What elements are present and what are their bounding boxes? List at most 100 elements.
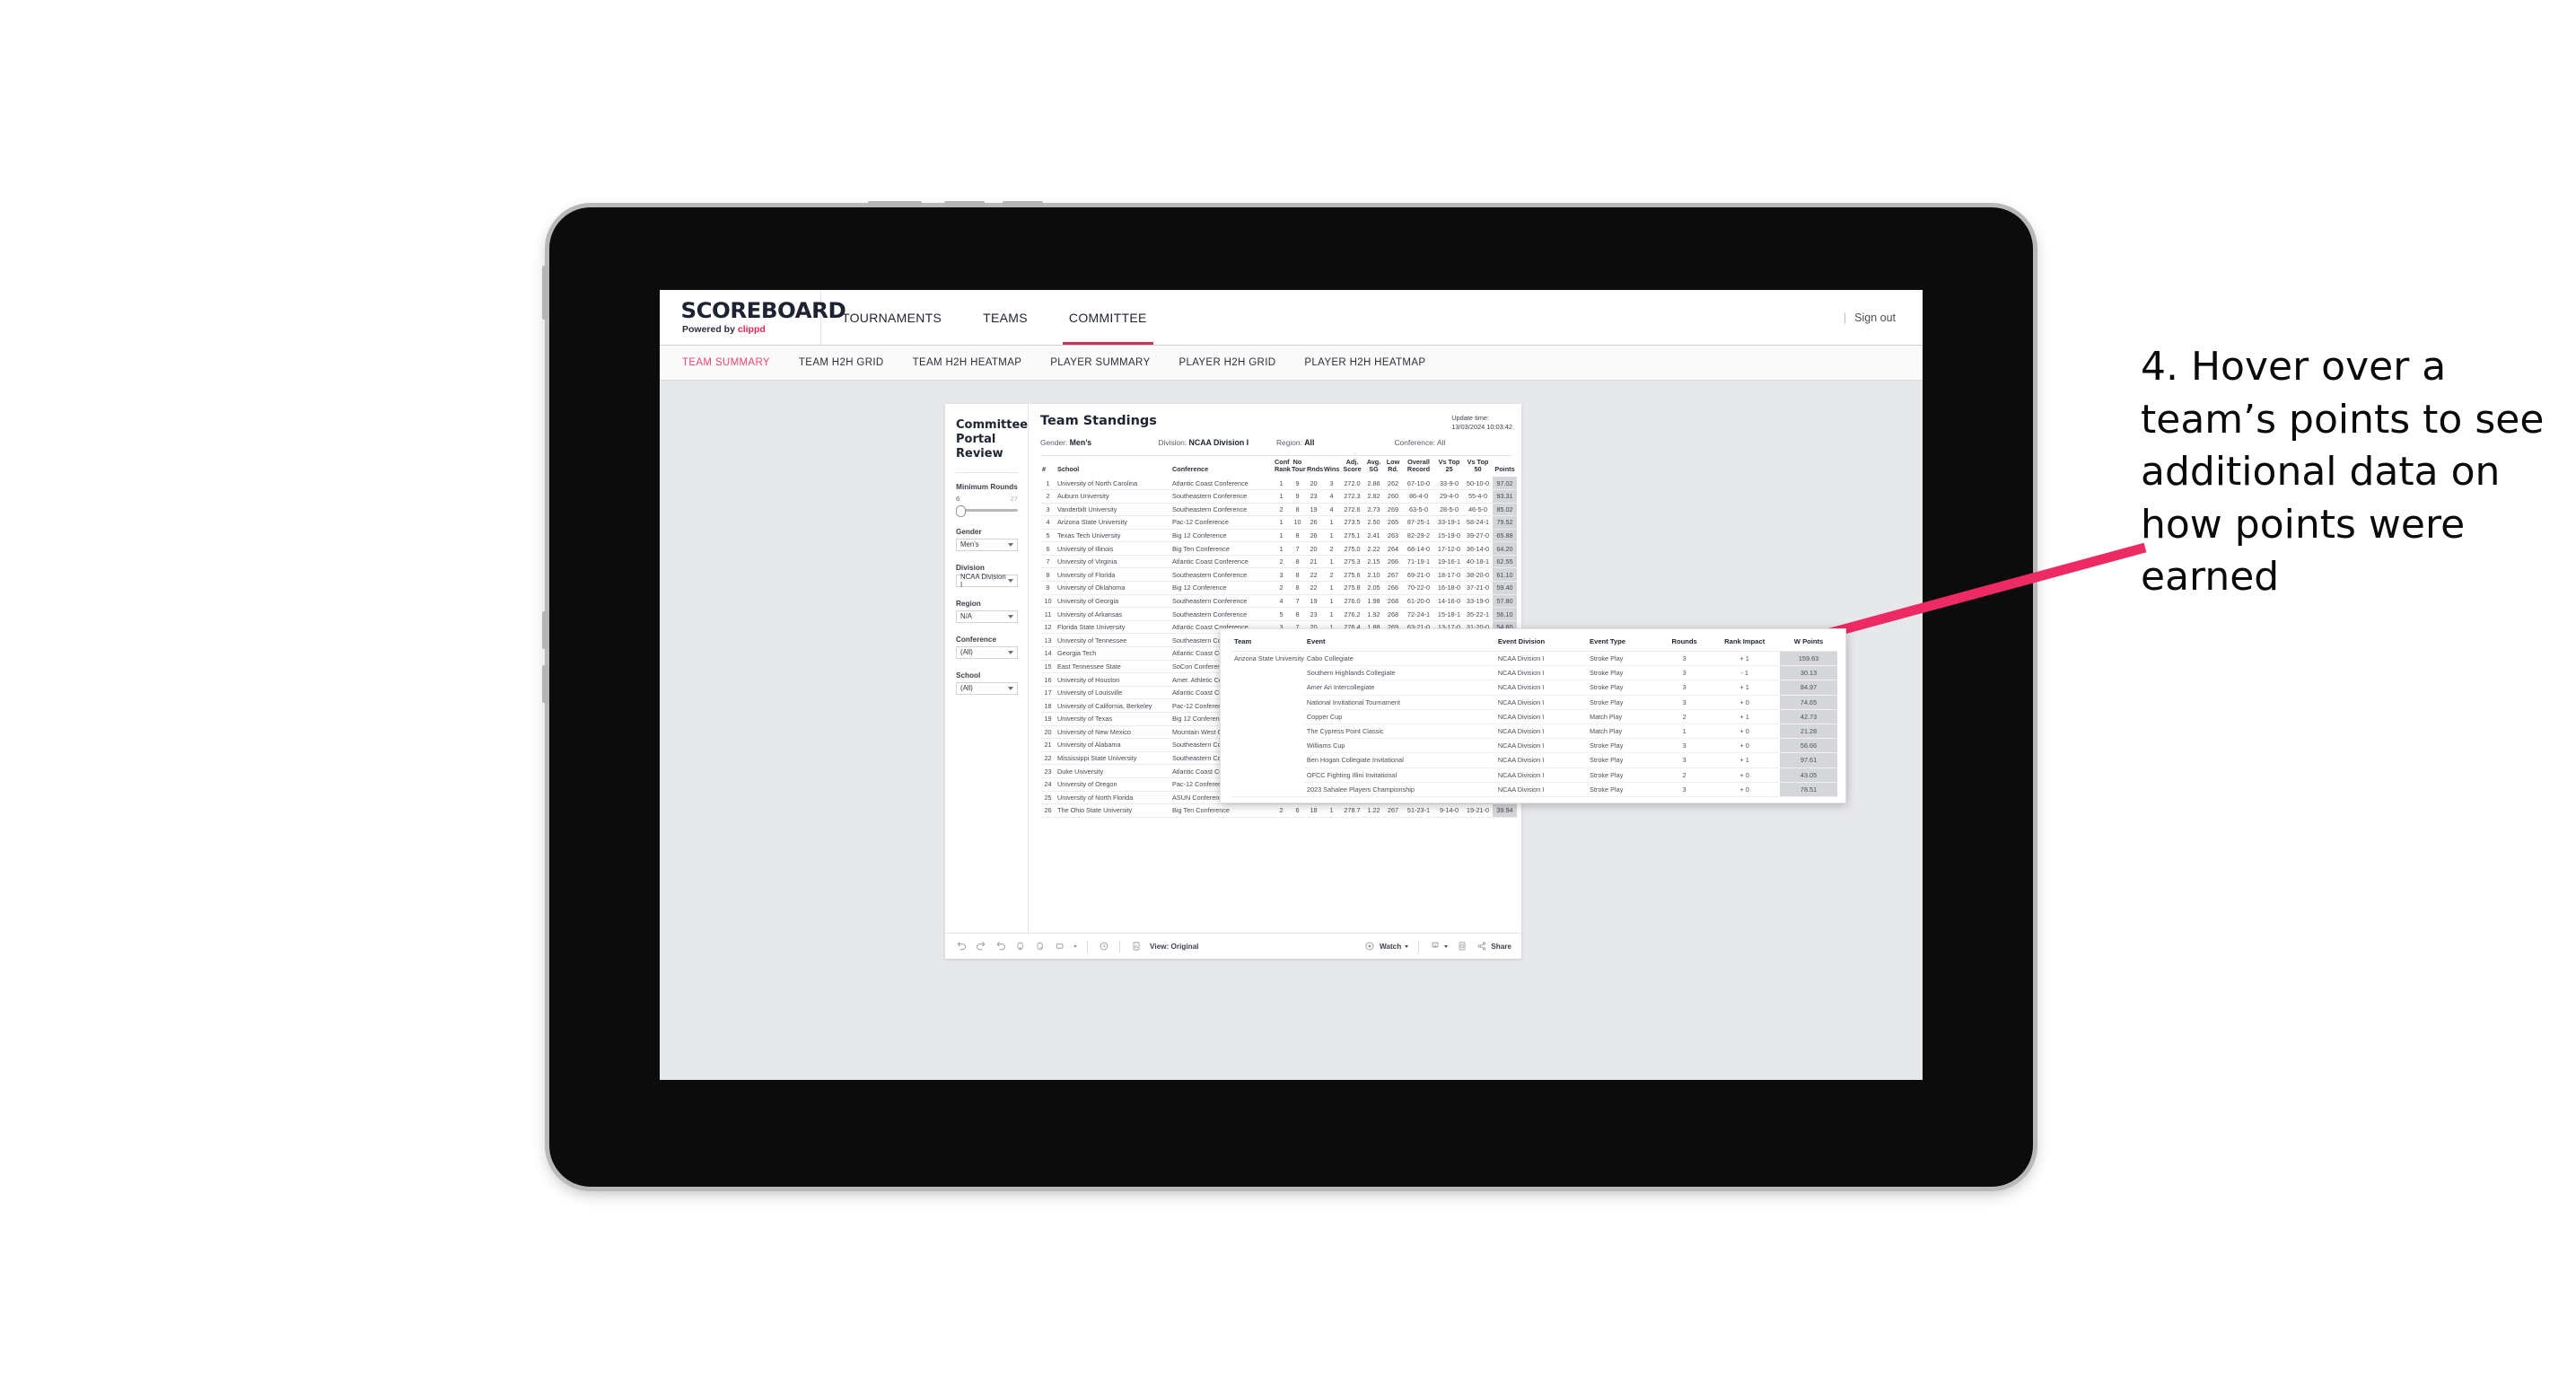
tab-player-h2h-grid[interactable]: PLAYER H2H GRID — [1178, 357, 1292, 368]
cell-vs-top-50: 35-22-1 — [1463, 607, 1493, 621]
minimum-rounds-slider[interactable] — [956, 504, 1018, 517]
device-top-button-2 — [944, 201, 985, 207]
cell-school: Georgia Tech — [1056, 646, 1170, 661]
table-row[interactable]: 3 Vanderbilt University Southeastern Confe… — [1040, 503, 1517, 517]
watch-button[interactable]: Watch — [1364, 941, 1409, 952]
undo-icon[interactable] — [955, 941, 967, 952]
cell-points[interactable]: 39.94 — [1493, 803, 1517, 818]
pause-auto-update-icon[interactable] — [1034, 941, 1046, 952]
cell-rank: 21 — [1040, 738, 1056, 752]
view-original-label[interactable]: View: Original — [1150, 943, 1198, 951]
history-icon[interactable] — [1098, 941, 1109, 952]
school-select[interactable]: (All) — [956, 681, 1018, 695]
share-button[interactable]: Share — [1476, 941, 1511, 952]
cell-points[interactable]: 59.40 — [1493, 581, 1517, 595]
tab-team-summary[interactable]: TEAM SUMMARY — [682, 357, 786, 368]
nav-item-committee[interactable]: COMMITTEE — [1048, 290, 1168, 345]
col-adj-score[interactable]: Adj. Score — [1341, 456, 1363, 477]
view-original-icon[interactable] — [1130, 941, 1142, 952]
table-row[interactable]: 8 University of Florida Southeastern Confe… — [1040, 567, 1517, 583]
cell-school: East Tennessee State — [1056, 660, 1170, 674]
tooltip-cell-event-division: NCAA Division I — [1494, 695, 1588, 710]
col-vs-top-50[interactable]: Vs Top 50 — [1463, 456, 1493, 477]
cell-points[interactable]: 97.02 — [1493, 477, 1517, 490]
tooltip-cell-event: 2023 Sahalee Players Championship — [1303, 782, 1495, 797]
conference-select[interactable]: (All) — [956, 645, 1018, 659]
table-row[interactable]: 1 University of North Carolina Atlantic Co… — [1040, 477, 1517, 490]
cell-points[interactable]: 64.20 — [1493, 541, 1517, 556]
col-overall-record[interactable]: Overall Record — [1402, 456, 1435, 477]
cell-points[interactable]: 62.55 — [1493, 555, 1517, 569]
cell-rank: 6 — [1040, 541, 1056, 556]
cell-points[interactable]: 56.10 — [1493, 607, 1517, 621]
tooltip-cell-w-points: 97.61 — [1780, 752, 1837, 768]
nav-item-teams[interactable]: TEAMS — [962, 290, 1048, 345]
division-select-value: NCAA Division I — [960, 572, 1006, 589]
tooltip-cell-event-type: Stroke Play — [1587, 752, 1660, 768]
fullscreen-icon[interactable] — [1456, 941, 1468, 952]
cell-points[interactable]: 65.88 — [1493, 529, 1517, 543]
revert-icon[interactable] — [994, 941, 1006, 952]
meta-division-label: Division: — [1158, 437, 1187, 447]
region-filter-label: Region — [956, 599, 981, 608]
nav-item-tournaments[interactable]: TOURNAMENTS — [821, 290, 962, 345]
refresh-icon[interactable] — [1014, 941, 1026, 952]
sign-out-link[interactable]: Sign out — [1854, 311, 1896, 324]
redo-icon[interactable] — [975, 941, 986, 952]
table-row[interactable]: 6 University of Illinois Big Ten Conferenc… — [1040, 541, 1517, 556]
chevron-down-icon — [1008, 578, 1013, 583]
col-points[interactable]: Points — [1493, 456, 1517, 477]
standings-meta: Gender: Men’s Division: NCAA Division I … — [1040, 438, 1512, 447]
meta-gender: Gender: Men’s — [1040, 438, 1159, 447]
cell-rnds: 19 — [1305, 594, 1322, 609]
cell-rank: 3 — [1040, 503, 1056, 517]
tab-player-h2h-heatmap[interactable]: PLAYER H2H HEATMAP — [1304, 357, 1441, 368]
col-avg-sg[interactable]: Avg. SG — [1363, 456, 1384, 477]
division-filter: Division NCAA Division I — [956, 564, 1018, 589]
col-no-tour[interactable]: No Tour — [1290, 456, 1306, 477]
tooltip-cell-rank-impact: + 0 — [1709, 695, 1781, 710]
cell-adj-score: 275.6 — [1341, 567, 1363, 583]
table-row[interactable]: 10 University of Georgia Southeastern Conf… — [1040, 594, 1517, 609]
table-row[interactable]: 4 Arizona State University Pac-12 Conferen… — [1040, 515, 1517, 530]
col-low-rd[interactable]: Low Rd. — [1384, 456, 1402, 477]
table-row[interactable]: 5 Texas Tech University Big 12 Conference 1… — [1040, 529, 1517, 543]
col-conference[interactable]: Conference — [1170, 456, 1273, 477]
cell-no-tour: 9 — [1290, 489, 1305, 504]
table-row[interactable]: 9 University of Oklahoma Big 12 Conference… — [1040, 581, 1517, 595]
download-button[interactable] — [1429, 941, 1449, 952]
gender-select[interactable]: Men’s — [956, 538, 1018, 551]
cell-overall-record: 67-10-0 — [1402, 477, 1435, 490]
slider-handle[interactable] — [956, 504, 966, 517]
chevron-down-icon — [1444, 944, 1449, 948]
col-school[interactable]: School — [1056, 456, 1170, 477]
col-vs-top-25[interactable]: Vs Top 25 — [1435, 456, 1463, 477]
cell-wins: 1 — [1322, 529, 1341, 543]
col-rank[interactable]: # — [1040, 456, 1056, 477]
brand-logo[interactable]: SCOREBOARD Powered by clippd — [660, 290, 846, 345]
division-select[interactable]: NCAA Division I — [956, 572, 1018, 589]
cell-points[interactable]: 93.31 — [1493, 489, 1517, 504]
col-wins[interactable]: Wins — [1322, 456, 1341, 477]
chevron-down-icon[interactable] — [1073, 944, 1077, 948]
cell-points[interactable]: 61.10 — [1493, 567, 1517, 583]
chevron-down-icon — [1405, 944, 1409, 948]
table-row[interactable]: 26 The Ohio State University Big Ten Confe… — [1040, 803, 1517, 818]
tab-team-h2h-grid[interactable]: TEAM H2H GRID — [799, 357, 900, 368]
region-select[interactable]: N/A — [956, 610, 1018, 623]
table-row[interactable]: 7 University of Virginia Atlantic Coast Co… — [1040, 555, 1517, 569]
cell-points[interactable]: 85.02 — [1493, 503, 1517, 517]
tab-team-h2h-heatmap[interactable]: TEAM H2H HEATMAP — [913, 357, 1038, 368]
cell-rank: 8 — [1040, 567, 1056, 583]
cell-points[interactable]: 79.52 — [1493, 515, 1517, 530]
cell-low-rd: 266 — [1384, 555, 1402, 569]
col-conf-rank[interactable]: Conf Rank — [1273, 456, 1291, 477]
device-layout-icon[interactable] — [1054, 941, 1065, 952]
tooltip-cell-event: Copper Cup — [1303, 709, 1495, 724]
col-rnds[interactable]: Rnds — [1305, 456, 1323, 477]
cell-points[interactable]: 57.80 — [1493, 594, 1517, 609]
tab-player-summary[interactable]: PLAYER SUMMARY — [1050, 357, 1166, 368]
table-row[interactable]: 11 University of Arkansas Southeastern Con… — [1040, 607, 1517, 621]
cell-rnds: 21 — [1305, 555, 1322, 569]
table-row[interactable]: 2 Auburn University Southeastern Conferenc… — [1040, 489, 1517, 504]
